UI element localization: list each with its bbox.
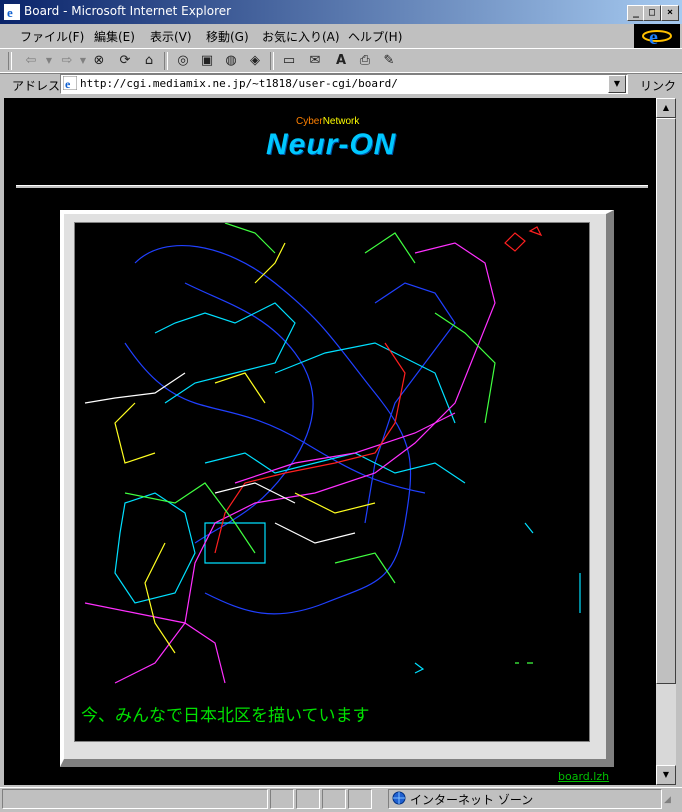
toolbar-separator — [164, 52, 168, 70]
back-dropdown-icon[interactable]: ▼ — [40, 52, 58, 70]
history-icon[interactable]: ◍ — [222, 52, 240, 70]
channels-icon[interactable]: ◈ — [246, 52, 264, 70]
menu-edit[interactable]: 編集(E) — [94, 28, 135, 45]
scrollbar-thumb[interactable] — [656, 118, 676, 684]
svg-text:e: e — [65, 77, 71, 90]
close-button[interactable]: × — [661, 5, 679, 21]
menu-go[interactable]: 移動(G) — [206, 28, 249, 45]
home-icon[interactable]: ⌂ — [140, 52, 158, 70]
edit-icon[interactable]: ✎ — [380, 52, 398, 70]
status-cell — [296, 789, 320, 809]
drawing-strokes: 今、みんなで日本北区を描いています — [81, 222, 581, 726]
resize-grip-icon[interactable]: ◢ — [664, 795, 676, 807]
ie-logo: e — [634, 24, 680, 49]
address-label: アドレス — [12, 79, 61, 93]
fullscreen-icon[interactable]: ▭ — [280, 52, 298, 70]
brand-logo-text: Neur-ON — [266, 128, 397, 161]
brand-small: CyberNetwork — [296, 116, 359, 127]
mail-icon[interactable]: ✉ — [306, 52, 324, 70]
refresh-icon[interactable]: ⟳ — [116, 52, 134, 70]
toolbar-grip[interactable] — [8, 52, 12, 70]
vertical-scrollbar[interactable]: ▲ ▼ — [656, 98, 676, 785]
back-icon[interactable]: ⇦ — [22, 52, 40, 70]
font-icon[interactable]: A — [332, 52, 350, 70]
svg-text:e: e — [649, 27, 658, 48]
drawing-canvas[interactable]: 今、みんなで日本北区を描いています — [74, 222, 590, 742]
print-icon[interactable]: ⎙ — [356, 52, 374, 70]
ie-app-icon: e — [4, 4, 20, 20]
scroll-down-icon[interactable]: ▼ — [656, 765, 676, 785]
page-icon: e — [63, 76, 77, 90]
globe-icon — [392, 791, 406, 805]
page-content: CyberNetwork Neur-ON 今、みんなで日本北区を描いています b… — [4, 98, 656, 785]
stop-icon[interactable]: ⊗ — [90, 52, 108, 70]
horizontal-rule — [16, 185, 648, 188]
menu-view[interactable]: 表示(V) — [150, 28, 192, 45]
brand-small-network: Network — [322, 116, 360, 127]
window-title: Board - Microsoft Internet Explorer — [24, 4, 232, 18]
search-icon[interactable]: ◎ — [174, 52, 192, 70]
ie-logo-icon: e — [642, 27, 672, 49]
menu-favorites[interactable]: お気に入り(A) — [262, 28, 340, 45]
download-link[interactable]: board.lzh — [558, 770, 609, 783]
address-url[interactable]: http://cgi.mediamix.ne.jp/~t1818/user-cg… — [80, 77, 398, 90]
menu-file[interactable]: ファイル(F) — [20, 28, 84, 45]
status-text-cell — [2, 789, 268, 809]
toolbar-separator — [270, 52, 274, 70]
menu-help[interactable]: ヘルプ(H) — [348, 28, 402, 45]
links-button[interactable]: リンク — [640, 77, 676, 94]
address-dropdown-icon[interactable]: ▼ — [608, 75, 626, 93]
menu-bar: ファイル(F) 編集(E) 表示(V) 移動(G) お気に入り(A) ヘルプ(H… — [0, 24, 634, 46]
favorites-icon[interactable]: ▣ — [198, 52, 216, 70]
scroll-up-icon[interactable]: ▲ — [656, 98, 676, 118]
toolbar: ⇦ ▼ ⇨ ▼ ⊗ ⟳ ⌂ ◎ ▣ ◍ ◈ ▭ ✉ A ⎙ ✎ — [0, 48, 682, 74]
title-bar[interactable]: e Board - Microsoft Internet Explorer _ … — [0, 0, 682, 24]
brand-small-cyber: Cyber — [296, 116, 323, 127]
security-zone: インターネット ゾーン — [410, 793, 534, 807]
status-cell — [348, 789, 372, 809]
status-cell — [322, 789, 346, 809]
drawing-caption: 今、みんなで日本北区を描いています — [81, 706, 370, 726]
status-cell — [270, 789, 294, 809]
maximize-button[interactable]: □ — [643, 5, 661, 21]
svg-text:e: e — [7, 5, 13, 20]
